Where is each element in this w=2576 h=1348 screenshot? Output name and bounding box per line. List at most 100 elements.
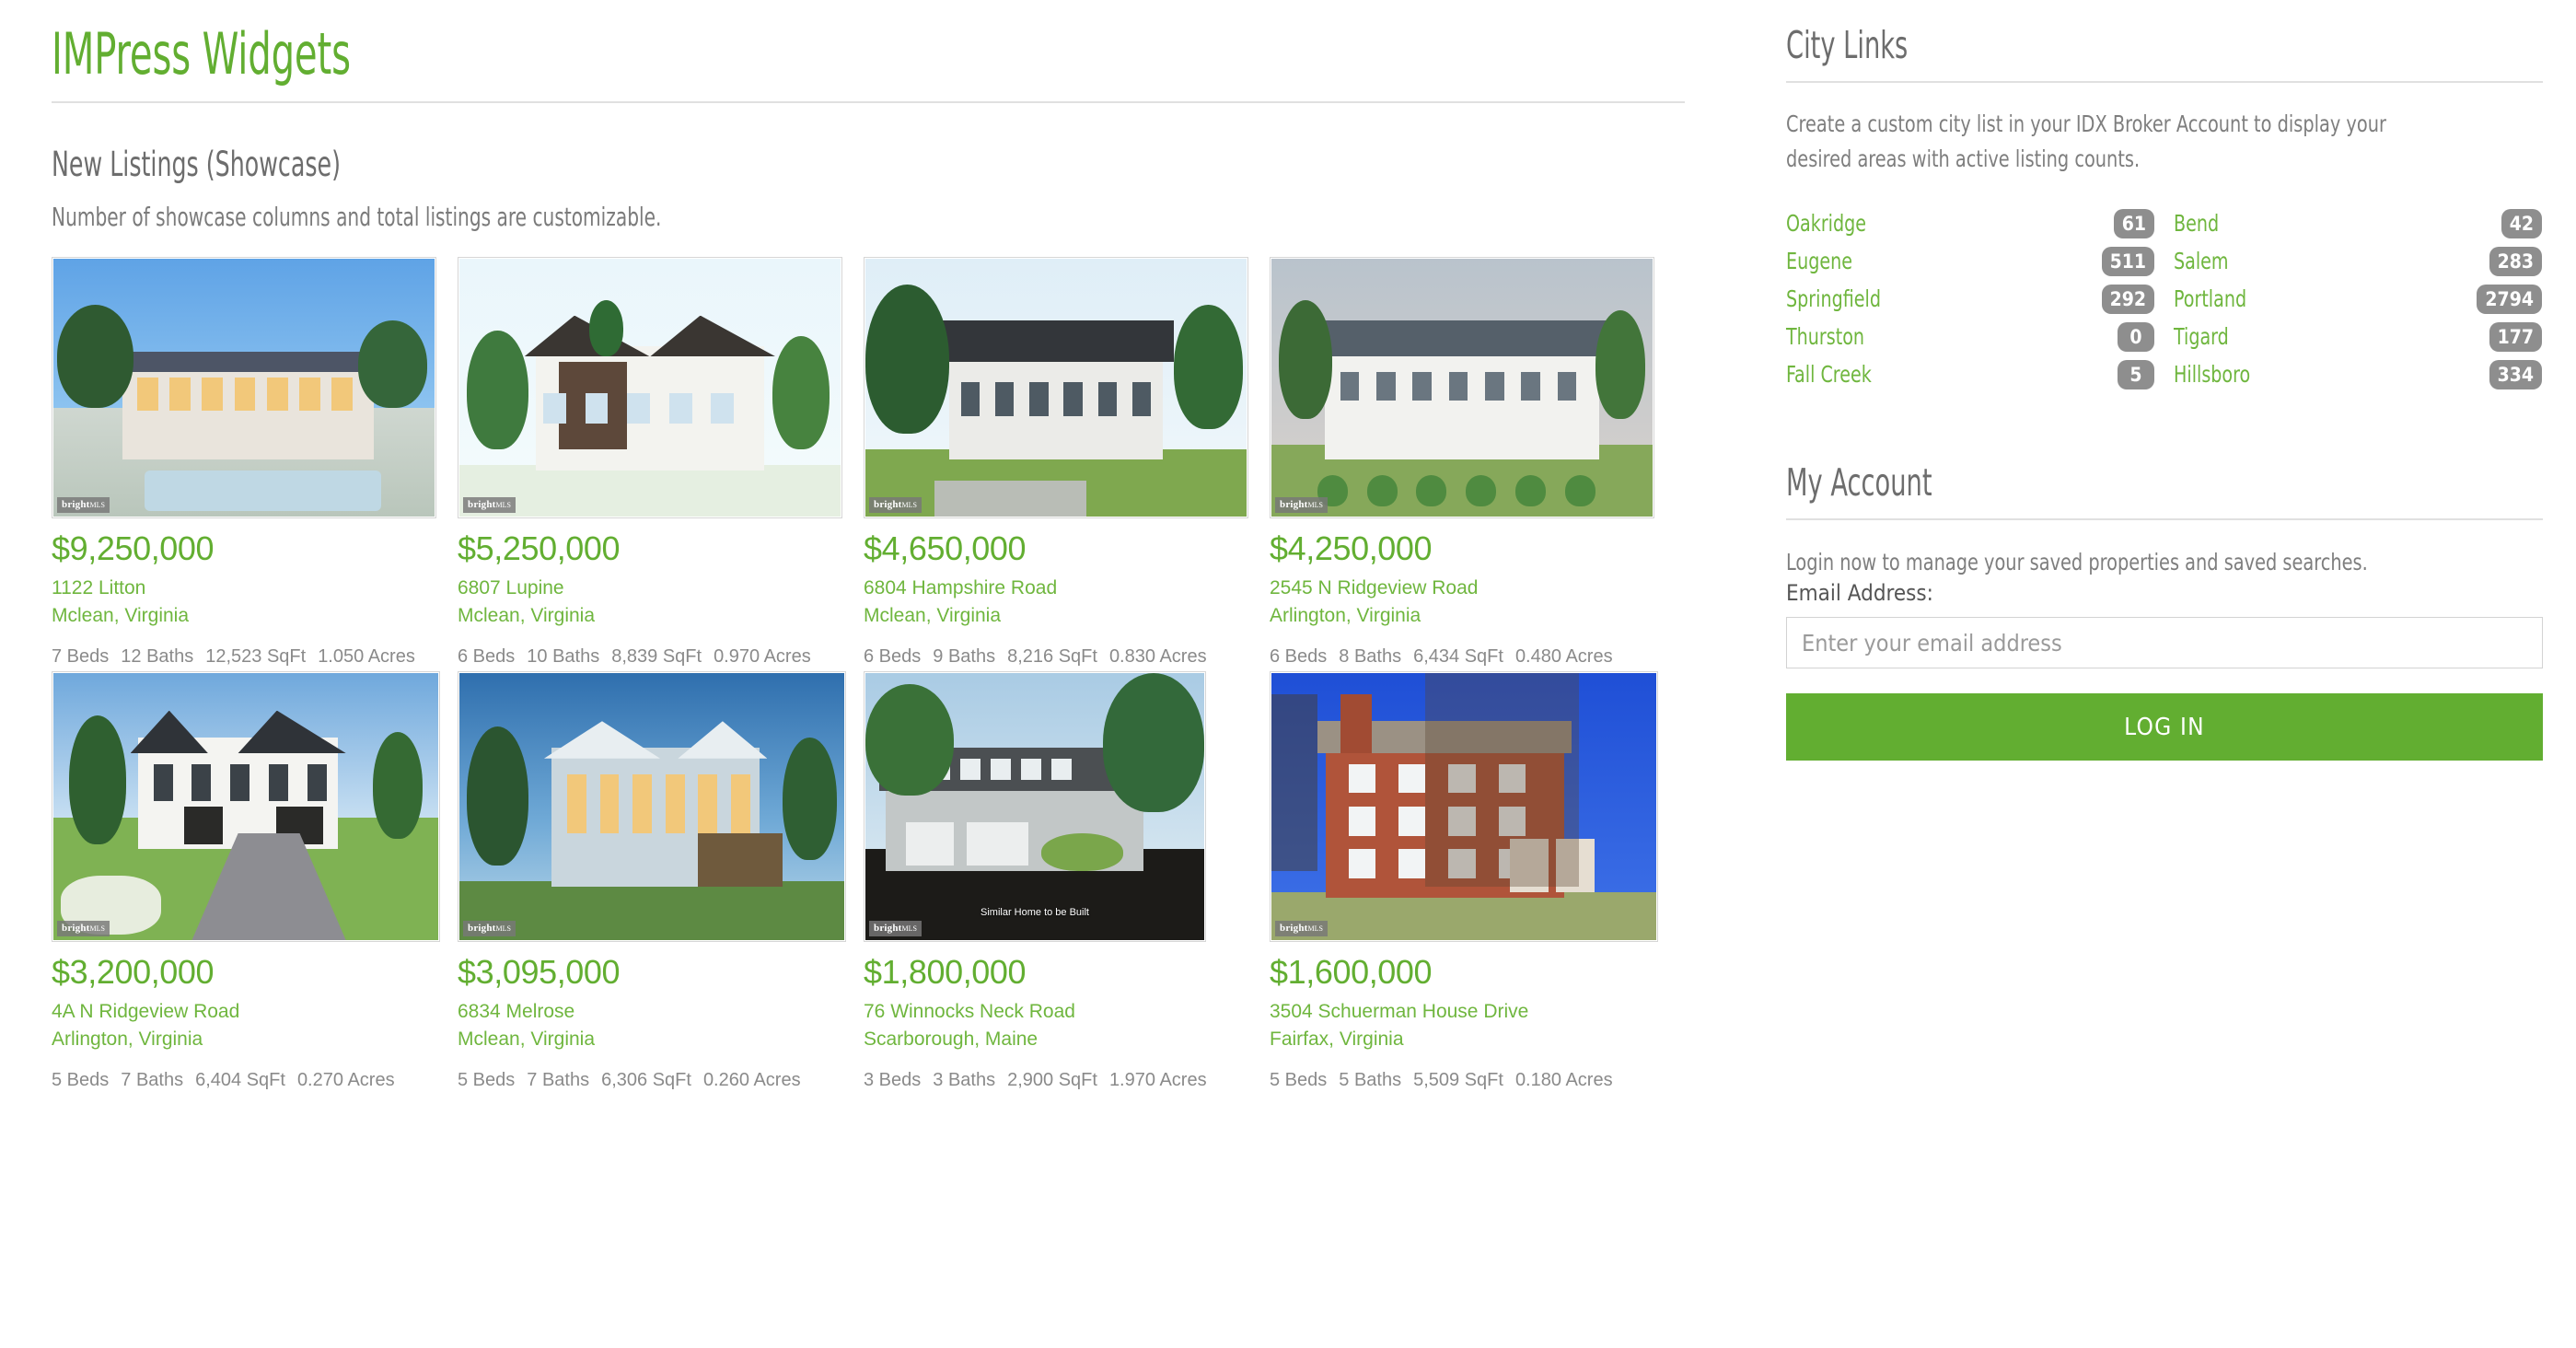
listing-city[interactable]: Mclean, Virginia [458, 602, 844, 630]
listing-photo-frame[interactable]: brightMLS [52, 257, 436, 518]
city-listing-count-badge: 292 [2101, 284, 2154, 314]
city-link-row[interactable]: Oakridge 61 [1786, 204, 2154, 242]
listing-price[interactable]: $3,095,000 [458, 953, 844, 992]
mls-watermark-suffix: MLS [495, 501, 511, 509]
listing-price[interactable]: $9,250,000 [52, 529, 438, 568]
listing-photo-frame[interactable]: brightMLS [864, 257, 1248, 518]
mls-watermark-brand: bright [62, 499, 90, 510]
listing-card[interactable]: brightMLS $3,200,000 4A N Ridgeview Road Ar… [52, 671, 440, 1095]
listing-baths: 8 Baths [1339, 646, 1402, 667]
city-link-row[interactable]: Salem 283 [2174, 242, 2542, 280]
city-link-row[interactable]: Hillsboro 334 [2174, 355, 2542, 393]
listing-price[interactable]: $1,600,000 [1270, 953, 1656, 992]
listing-beds: 6 Beds [1270, 646, 1328, 667]
listing-card[interactable]: brightMLS $4,250,000 2545 N Ridgeview Road… [1270, 257, 1656, 671]
listing-address[interactable]: 2545 N Ridgeview Road [1270, 575, 1656, 602]
listing-photo[interactable]: brightMLS [53, 259, 435, 517]
listing-price[interactable]: $1,800,000 [864, 953, 1250, 992]
listing-sqft: 2,900 SqFt [1007, 1070, 1097, 1090]
city-link[interactable]: Tigard [2174, 323, 2442, 351]
listing-address[interactable]: 6807 Lupine [458, 575, 844, 602]
mls-watermark-brand: bright [874, 499, 902, 510]
listing-card[interactable]: brightMLS $3,095,000 6834 Melrose Mclean, V… [458, 671, 846, 1095]
email-field[interactable] [1786, 617, 2543, 668]
listing-city[interactable]: Scarborough, Maine [864, 1026, 1250, 1053]
listing-price[interactable]: $5,250,000 [458, 529, 844, 568]
listing-sqft: 8,839 SqFt [611, 646, 702, 667]
city-link-row[interactable]: Eugene 511 [1786, 242, 2154, 280]
listing-photo[interactable]: brightMLS [459, 259, 841, 517]
listing-photo-frame[interactable]: brightMLS [1270, 257, 1654, 518]
mls-watermark-suffix: MLS [1307, 501, 1323, 509]
listing-card[interactable]: brightMLS $4,650,000 6804 Hampshire Road Mc… [864, 257, 1250, 671]
listing-address[interactable]: 4A N Ridgeview Road [52, 998, 438, 1026]
city-link-row[interactable]: Tigard 177 [2174, 318, 2542, 355]
listing-beds: 3 Beds [864, 1070, 922, 1090]
listing-city[interactable]: Mclean, Virginia [458, 1026, 844, 1053]
city-link[interactable]: Fall Creek [1786, 361, 2068, 389]
city-listing-count-badge: 283 [2489, 246, 2542, 276]
city-link[interactable]: Hillsboro [2174, 361, 2442, 389]
listing-address[interactable]: 6804 Hampshire Road [864, 575, 1250, 602]
listing-beds: 5 Beds [458, 1070, 516, 1090]
listing-address[interactable]: 3504 Schuerman House Drive [1270, 998, 1656, 1026]
city-link-row[interactable]: Thurston 0 [1786, 318, 2154, 355]
listing-beds: 6 Beds [864, 646, 922, 667]
listing-photo-frame[interactable]: brightMLS [1270, 671, 1658, 942]
listing-price[interactable]: $4,250,000 [1270, 529, 1656, 568]
city-link[interactable]: Springfield [1786, 285, 2054, 313]
listing-price[interactable]: $3,200,000 [52, 953, 438, 992]
city-listing-count-badge: 177 [2489, 321, 2542, 352]
listing-address[interactable]: 1122 Litton [52, 575, 438, 602]
city-link[interactable]: Portland [2174, 285, 2431, 313]
listing-card[interactable]: brightMLS $5,250,000 6807 Lupine Mclean, Vi… [458, 257, 844, 671]
listing-photo-frame[interactable]: brightMLSSimilar Home to be Built [864, 671, 1206, 942]
listing-photo[interactable]: brightMLS [865, 259, 1247, 517]
listing-specs: 6 Beds 9 Baths 8,216 SqFt 0.830 Acres [864, 643, 1241, 671]
city-link[interactable]: Bend [2174, 210, 2452, 238]
city-link[interactable]: Eugene [1786, 248, 2054, 275]
listing-address[interactable]: 76 Winnocks Neck Road [864, 998, 1250, 1026]
listing-photo-frame[interactable]: brightMLS [458, 671, 846, 942]
listing-photo[interactable]: brightMLS [53, 673, 438, 940]
listing-baths: 7 Baths [527, 1070, 590, 1090]
listing-photo-frame[interactable]: brightMLS [458, 257, 842, 518]
listing-card[interactable]: brightMLS $9,250,000 1122 Litton Mclean, Vi… [52, 257, 438, 671]
city-link-row[interactable]: Bend 42 [2174, 204, 2542, 242]
city-listing-count-badge: 0 [2118, 321, 2154, 352]
listing-baths: 3 Baths [933, 1070, 996, 1090]
city-links-description: Create a custom city list in your IDX Br… [1786, 110, 2386, 172]
city-link-row[interactable]: Fall Creek 5 [1786, 355, 2154, 393]
listing-city[interactable]: Mclean, Virginia [52, 602, 438, 630]
listing-specs: 6 Beds 8 Baths 6,434 SqFt 0.480 Acres [1270, 643, 1647, 671]
city-link[interactable]: Salem [2174, 248, 2442, 275]
listing-card[interactable]: brightMLS $1,600,000 3504 Schuerman House … [1270, 671, 1658, 1095]
city-listing-count-badge: 42 [2501, 208, 2542, 238]
mls-watermark-brand: bright [1280, 499, 1308, 510]
listing-photo[interactable]: brightMLS [1271, 673, 1656, 940]
mls-watermark-suffix: MLS [1307, 924, 1323, 933]
listing-specs: 5 Beds 5 Baths 5,509 SqFt 0.180 Acres [1270, 1066, 1647, 1095]
listing-city[interactable]: Arlington, Virginia [1270, 602, 1656, 630]
listing-price[interactable]: $4,650,000 [864, 529, 1250, 568]
listing-city[interactable]: Mclean, Virginia [864, 602, 1250, 630]
city-link[interactable]: Oakridge [1786, 210, 2064, 238]
listing-specs: 3 Beds 3 Baths 2,900 SqFt 1.970 Acres [864, 1066, 1241, 1095]
login-button[interactable]: LOG IN [1786, 693, 2543, 761]
listing-city[interactable]: Fairfax, Virginia [1270, 1026, 1656, 1053]
city-link-row[interactable]: Portland 2794 [2174, 280, 2542, 318]
mls-watermark-brand: bright [62, 923, 90, 934]
listing-photo[interactable]: brightMLS [459, 673, 844, 940]
my-account-heading: My Account [1786, 460, 1932, 505]
listing-specs: 6 Beds 10 Baths 8,839 SqFt 0.970 Acres [458, 643, 835, 671]
mls-watermark-brand: bright [1280, 923, 1308, 934]
city-link-row[interactable]: Springfield 292 [1786, 280, 2154, 318]
listing-photo[interactable]: brightMLSSimilar Home to be Built [865, 673, 1204, 940]
city-link[interactable]: Thurston [1786, 323, 2068, 351]
listing-card[interactable]: brightMLSSimilar Home to be Built $1,800,… [864, 671, 1250, 1095]
listing-photo-frame[interactable]: brightMLS [52, 671, 440, 942]
listing-city[interactable]: Arlington, Virginia [52, 1026, 438, 1053]
listing-address[interactable]: 6834 Melrose [458, 998, 844, 1026]
listing-beds: 5 Beds [1270, 1070, 1328, 1090]
listing-photo[interactable]: brightMLS [1271, 259, 1653, 517]
